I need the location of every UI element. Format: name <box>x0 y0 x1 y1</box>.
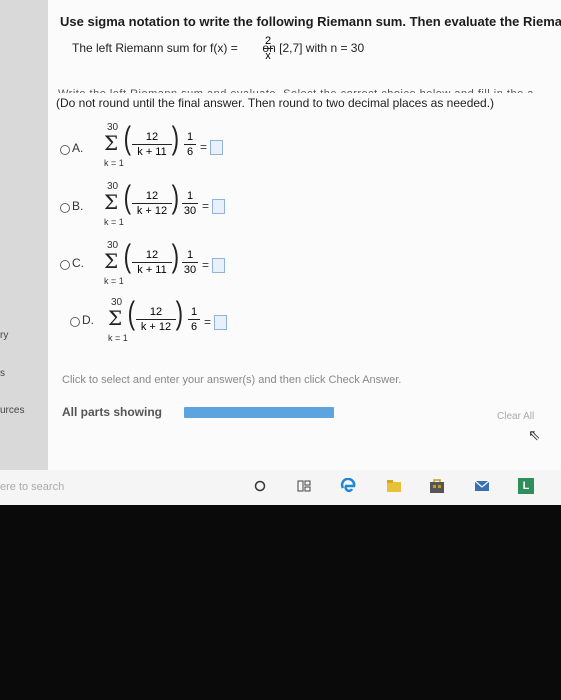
function-suffix: on [2,7] with n = 30 <box>262 41 365 55</box>
option-b-denominator: k + 12 <box>136 205 168 217</box>
sidebar-label-resources[interactable]: urces <box>0 405 24 416</box>
cut-off-text: Write the left Riemann sum and evaluate.… <box>58 87 534 93</box>
question-title: Use sigma notation to write the followin… <box>60 14 561 29</box>
option-a-fraction: 12 k + 11 <box>132 131 172 158</box>
file-explorer-icon[interactable] <box>386 478 402 494</box>
option-d-radio[interactable] <box>70 317 80 327</box>
option-d-mult-den: 6 <box>190 321 198 333</box>
option-d-sigma: Σ <box>108 306 123 330</box>
option-d[interactable]: D. 30 Σ k = 1 ( 12 k + 12 ) 1 6 = <box>58 295 258 350</box>
option-d-rparen: ) <box>175 295 184 331</box>
option-b-rparen: ) <box>171 179 180 215</box>
option-a[interactable]: A. 30 Σ k = 1 ( 12 k + 11 ) 1 6 = <box>58 120 258 175</box>
option-d-equals: = <box>204 315 212 329</box>
cortana-icon[interactable] <box>252 478 268 494</box>
function-fraction: 2 x <box>263 35 273 62</box>
option-a-sigma: Σ <box>104 131 119 155</box>
option-c-mult-den: 30 <box>183 264 197 276</box>
option-d-answer-box[interactable] <box>214 315 227 330</box>
function-numerator: 2 <box>264 35 272 47</box>
option-a-label: A. <box>72 141 84 155</box>
progress-bar <box>184 407 334 418</box>
option-d-multiplier: 1 6 <box>188 306 200 333</box>
option-a-equals: = <box>200 140 208 154</box>
option-c-sigma: Σ <box>104 249 119 273</box>
option-b-sigma: Σ <box>104 190 119 214</box>
option-a-rparen: ) <box>171 120 180 156</box>
function-denominator: x <box>265 50 271 62</box>
option-a-denominator: k + 11 <box>137 146 167 158</box>
option-c-label: C. <box>72 256 84 270</box>
taskbar-search[interactable]: ere to search <box>0 481 64 493</box>
option-b-answer-box[interactable] <box>212 199 225 214</box>
taskbar: ere to search L <box>0 470 561 505</box>
app-icon[interactable]: L <box>518 478 534 494</box>
click-message: Click to select and enter your answer(s)… <box>62 374 402 386</box>
sidebar-label-s[interactable]: s <box>0 368 5 379</box>
option-c-radio[interactable] <box>60 260 70 270</box>
option-b-fraction: 12 k + 12 <box>132 190 172 217</box>
option-c-answer-box[interactable] <box>212 258 225 273</box>
option-d-label: D. <box>82 313 94 327</box>
store-icon[interactable] <box>429 478 445 494</box>
sidebar-label-ry[interactable]: ry <box>0 330 8 341</box>
option-b[interactable]: B. 30 Σ k = 1 ( 12 k + 12 ) 1 30 = <box>58 179 258 235</box>
question-panel: Use sigma notation to write the followin… <box>48 0 561 470</box>
option-b-lparen: ( <box>123 179 132 215</box>
option-a-answer-box[interactable] <box>210 140 223 155</box>
option-c-mult-num: 1 <box>186 249 194 261</box>
option-b-radio[interactable] <box>60 203 70 213</box>
option-b-lower-limit: k = 1 <box>104 217 124 227</box>
left-sidebar: ry s urces <box>0 0 48 470</box>
mouse-cursor-icon: ⇖ <box>528 427 541 444</box>
option-c-equals: = <box>202 258 210 272</box>
clear-all-button[interactable]: Clear All <box>497 411 534 422</box>
option-a-mult-num: 1 <box>186 131 194 143</box>
function-statement: The left Riemann sum for f(x) = on [2,7]… <box>72 41 364 55</box>
option-c-lower-limit: k = 1 <box>104 276 124 286</box>
option-a-mult-den: 6 <box>186 146 194 158</box>
task-view-icon[interactable] <box>296 478 312 494</box>
option-d-fraction: 12 k + 12 <box>136 306 176 333</box>
option-d-mult-num: 1 <box>190 306 198 318</box>
option-a-numerator: 12 <box>145 131 159 143</box>
option-d-denominator: k + 12 <box>140 321 172 333</box>
browser-screen: ry s urces Use sigma notation to write t… <box>0 0 561 505</box>
option-c-rparen: ) <box>171 238 180 274</box>
option-b-mult-den: 30 <box>183 205 197 217</box>
option-c-multiplier: 1 30 <box>182 249 198 276</box>
edge-icon[interactable] <box>340 478 356 494</box>
option-a-multiplier: 1 6 <box>184 131 196 158</box>
option-c-numerator: 12 <box>145 249 159 261</box>
mail-icon[interactable] <box>474 478 490 494</box>
option-b-mult-num: 1 <box>186 190 194 202</box>
option-b-multiplier: 1 30 <box>182 190 198 217</box>
option-c-lparen: ( <box>123 238 132 274</box>
option-d-numerator: 12 <box>149 306 163 318</box>
instructions: (Do not round until the final answer. Th… <box>56 96 495 110</box>
option-c-fraction: 12 k + 11 <box>132 249 172 276</box>
option-a-radio[interactable] <box>60 145 70 155</box>
option-a-lparen: ( <box>123 120 132 156</box>
option-b-label: B. <box>72 199 84 213</box>
option-c[interactable]: C. 30 Σ k = 1 ( 12 k + 11 ) 1 30 = <box>58 238 258 295</box>
option-b-equals: = <box>202 199 210 213</box>
option-d-lower-limit: k = 1 <box>108 333 128 343</box>
function-prefix: The left Riemann sum for f(x) = <box>72 41 238 55</box>
option-d-lparen: ( <box>127 295 136 331</box>
option-a-lower-limit: k = 1 <box>104 158 124 168</box>
option-b-numerator: 12 <box>145 190 159 202</box>
parts-showing-label: All parts showing <box>62 405 163 419</box>
option-c-denominator: k + 11 <box>137 264 167 276</box>
